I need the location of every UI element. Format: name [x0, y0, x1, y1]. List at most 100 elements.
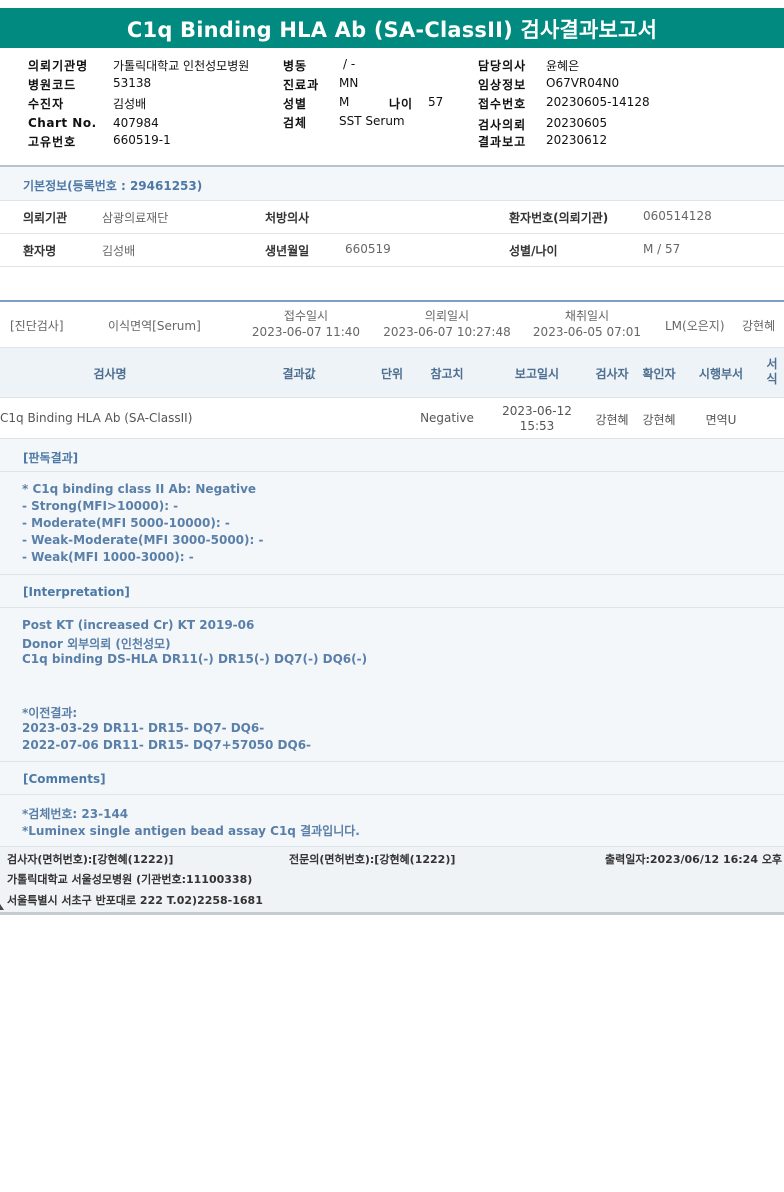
ward-label: 병동: [283, 59, 308, 73]
row-report-time: 15:53: [519, 419, 555, 433]
comments-body: *검체번호: 23-144 *Luminex single antigen be…: [0, 795, 784, 846]
clinical-value: O67VR04N0: [546, 76, 620, 90]
reported-value: 20230612: [546, 133, 608, 147]
sexage-label: 성별/나이: [509, 244, 558, 258]
report-title-bar: C1q Binding HLA Ab (SA-ClassII) 검사결과보고서: [0, 0, 784, 48]
collected-label: 채취일시: [564, 309, 610, 323]
specimen-label: 검체: [283, 116, 308, 130]
report-title: C1q Binding HLA Ab (SA-ClassII) 검사결과보고서: [126, 18, 658, 42]
row-reference: Negative: [420, 411, 474, 425]
interpretation-body: Post KT (increased Cr) KT 2019-06 Donor …: [0, 608, 784, 761]
col-unit: 단위: [380, 367, 404, 381]
footer-address: 서울특별시 서초구 반포대로 222 T.02)2258-1681: [7, 894, 263, 907]
row-report-date: 2023-06-12: [502, 404, 572, 418]
doctor-value: 윤혜은: [546, 59, 580, 73]
footer-specialist: 전문의(면허번호):[강현혜(1222)]: [289, 853, 456, 866]
requested-date-value: 2023-06-07 10:27:48: [383, 325, 511, 339]
requested-label: 검사의뢰: [478, 118, 527, 132]
divider: [0, 300, 784, 302]
footer-hospital: 가톨릭대학교 서울성모병원 (기관번호:11100338): [7, 873, 253, 886]
footer-printed-date: 출력일자:2023/06/12 16:24 오후: [605, 853, 783, 866]
judgement-heading-band: [판독결과]: [0, 438, 784, 472]
exam-test-group: 이식면역[Serum]: [108, 319, 201, 333]
name-value: 김성배: [102, 244, 136, 258]
accession-value: 20230605-14128: [546, 95, 650, 109]
comment-line: *검체번호: 23-144: [22, 807, 129, 821]
basic-info-heading: 기본정보(등록번호 : 29461253): [23, 179, 203, 193]
col-reference: 참고치: [430, 367, 464, 381]
unique-no-value: 660519-1: [113, 133, 171, 147]
received-label: 접수일시: [283, 309, 329, 323]
col-verifier: 확인자: [642, 367, 676, 381]
row-test-name: C1q Binding HLA Ab (SA-ClassII): [0, 411, 193, 425]
inst-label: 의뢰기관: [23, 211, 68, 225]
chart-no-label: Chart No.: [28, 116, 97, 130]
received-value: 2023-06-07 11:40: [251, 325, 361, 339]
specimen-value: SST Serum: [339, 114, 405, 128]
exam-examiner: 강현혜: [742, 319, 776, 333]
patient-no-value: 060514128: [643, 209, 712, 223]
judgement-heading: [판독결과]: [23, 451, 79, 465]
exam-category: [진단검사]: [10, 319, 64, 333]
interpretation-line: Post KT (increased Cr) KT 2019-06: [22, 618, 255, 632]
ward-value: / -: [343, 57, 356, 71]
interpretation-line: C1q binding DS-HLA DR11(-) DR15(-) DQ7(-…: [22, 652, 368, 666]
previous-result-line: 2023-03-29 DR11- DR15- DQ7- DQ6-: [22, 721, 265, 735]
col-dept: 시행부서: [698, 367, 744, 381]
name-label: 환자명: [23, 244, 57, 258]
dept-value: MN: [339, 76, 359, 90]
chart-no-value: 407984: [113, 116, 159, 130]
judgement-line: - Weak(MFI 1000-3000): -: [22, 550, 194, 564]
dob-value: 660519: [345, 242, 391, 256]
previous-result-line: 2022-07-06 DR11- DR15- DQ7+57050 DQ6-: [22, 738, 312, 752]
dept-label: 진료과: [283, 78, 320, 92]
corner-marker: [0, 904, 4, 910]
interpretation-heading: [Interpretation]: [23, 585, 130, 599]
judgement-line: * C1q binding class II Ab: Negative: [22, 482, 257, 496]
judgement-line: - Moderate(MFI 5000-10000): -: [22, 516, 230, 530]
requested-value: 20230605: [546, 116, 608, 130]
recipient-label: 수진자: [28, 97, 65, 111]
results-table-header: 검사명 결과값 단위 참고치 보고일시 검사자 확인자 시행부서 서식: [0, 347, 784, 398]
sex-value: M: [339, 95, 350, 109]
col-form: 서식: [766, 357, 778, 386]
col-test-name: 검사명: [93, 367, 127, 381]
judgement-body: * C1q binding class II Ab: Negative - St…: [0, 472, 784, 574]
sex-label: 성별: [283, 97, 308, 111]
row-dept: 면역U: [705, 413, 737, 427]
interpretation-heading-band: [Interpretation]: [0, 574, 784, 608]
judgement-line: - Weak-Moderate(MFI 3000-5000): -: [22, 533, 264, 547]
doctor-label: 담당의사: [478, 59, 527, 73]
collected-value: 2023-06-05 07:01: [532, 325, 642, 339]
col-result: 결과값: [282, 367, 316, 381]
hosp-code-label: 병원코드: [28, 78, 77, 92]
patient-no-label: 환자번호(의뢰기관): [509, 211, 609, 225]
prescriber-label: 처방의사: [265, 211, 310, 225]
basic-info-heading-band: 기본정보(등록번호 : 29461253): [0, 167, 784, 201]
judgement-line: - Strong(MFI>10000): -: [22, 499, 179, 513]
age-label: 나이: [389, 97, 414, 111]
inst-value: 삼광의료재단: [102, 211, 169, 225]
hosp-code-value: 53138: [113, 76, 152, 90]
reported-label: 결과보고: [478, 135, 527, 149]
clinical-label: 임상정보: [478, 78, 527, 92]
ordering-inst-label: 의뢰기관명: [28, 59, 89, 73]
unique-no-label: 고유번호: [28, 135, 77, 149]
report-footer: 검사자(면허번호):[강현혜(1222)] 전문의(면허번호):[강현혜(122…: [0, 846, 784, 912]
col-examiner: 검사자: [595, 367, 629, 381]
col-report-date: 보고일시: [514, 367, 560, 381]
exam-lm: LM(오은지): [665, 319, 725, 333]
divider: [0, 233, 784, 234]
row-verifier: 강현혜: [642, 413, 676, 427]
interpretation-line: Donor 외부의뢰 (인천성모): [22, 637, 171, 651]
dob-label: 생년월일: [265, 244, 310, 258]
footer-bottom-border: [0, 912, 784, 915]
comments-heading-band: [Comments]: [0, 761, 784, 795]
footer-examiner: 검사자(면허번호):[강현혜(1222)]: [7, 853, 174, 866]
comment-line: *Luminex single antigen bead assay C1q 결…: [22, 824, 360, 838]
accession-label: 접수번호: [478, 97, 527, 111]
divider: [0, 266, 784, 267]
row-examiner: 강현혜: [595, 413, 629, 427]
requested-date-label: 의뢰일시: [424, 309, 470, 323]
sexage-value: M / 57: [643, 242, 681, 256]
